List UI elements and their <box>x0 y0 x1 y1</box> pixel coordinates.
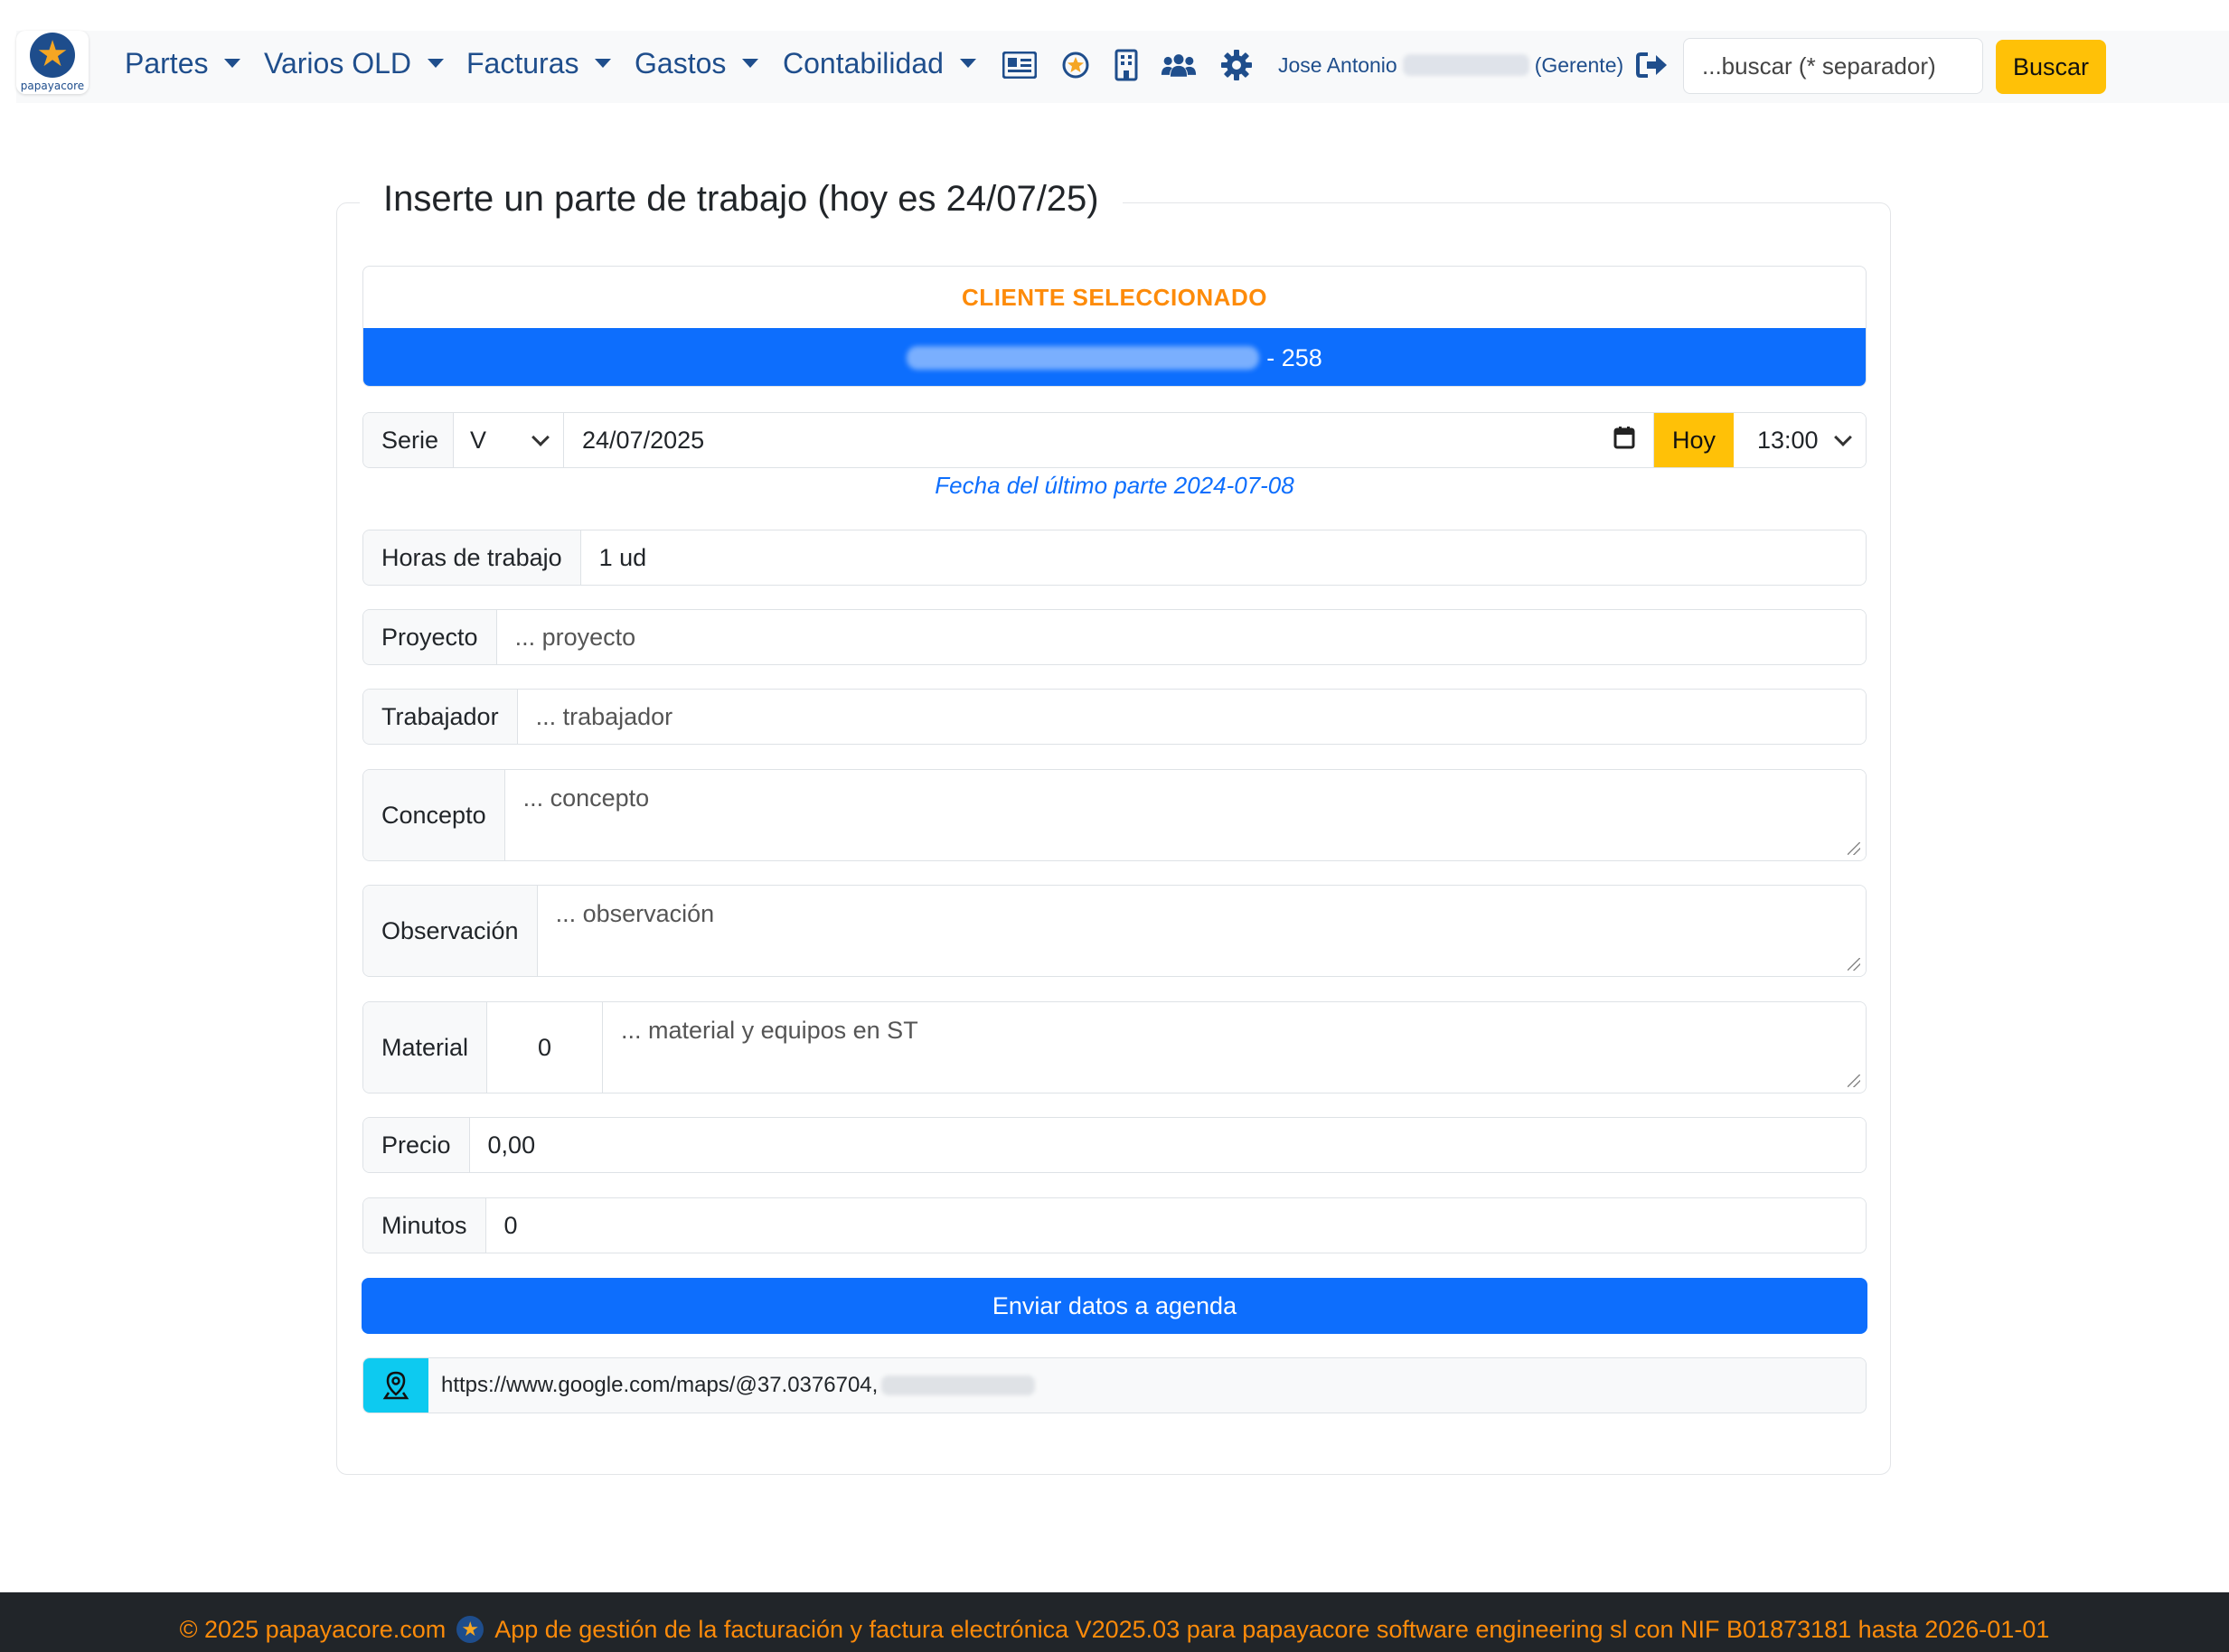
client-bar[interactable]: - 258 <box>363 328 1866 386</box>
minutos-row: Minutos 0 <box>362 1197 1867 1253</box>
precio-input[interactable]: 0,00 <box>469 1118 1866 1172</box>
search-button[interactable]: Buscar <box>1996 40 2106 94</box>
top-navbar: ★ papayacore Partes Varios OLD Facturas … <box>16 31 2229 103</box>
proyecto-row: Proyecto ... proyecto <box>362 609 1867 665</box>
observacion-row: Observación ... observación <box>362 885 1867 977</box>
nav-varios-old[interactable]: Varios OLD <box>264 45 445 81</box>
horas-input[interactable]: 1 ud <box>580 530 1866 585</box>
concepto-row: Concepto ... concepto <box>362 769 1867 861</box>
nav-facturas-label: Facturas <box>466 46 579 80</box>
current-user: Jose Antonio (Gerente) <box>1278 49 1623 81</box>
user-surname-redacted <box>1402 54 1529 76</box>
search-input[interactable]: ...buscar (* separador) <box>1683 38 1983 94</box>
resize-handle-icon[interactable] <box>1848 842 1860 855</box>
nav-contabilidad-label: Contabilidad <box>783 46 944 80</box>
chevron-down-icon <box>1834 428 1852 446</box>
material-row: Material 0 ... material y equipos en ST <box>362 1001 1867 1094</box>
horas-label: Horas de trabajo <box>363 530 581 585</box>
caret-down-icon <box>224 59 241 68</box>
brand-logo[interactable]: ★ papayacore <box>16 31 89 94</box>
nav-varios-old-label: Varios OLD <box>264 46 412 80</box>
nav-facturas[interactable]: Facturas <box>466 45 612 81</box>
users-icon[interactable] <box>1161 47 1197 83</box>
precio-row: Precio 0,00 <box>362 1117 1867 1173</box>
minutos-label: Minutos <box>363 1198 486 1253</box>
star-logo-icon: ★ <box>456 1616 484 1643</box>
id-card-icon[interactable] <box>1002 47 1038 83</box>
precio-label: Precio <box>363 1118 470 1172</box>
gear-icon[interactable] <box>1218 47 1255 83</box>
last-part-date-note: Fecha del último parte 2024-07-08 <box>935 472 1294 499</box>
today-button[interactable]: Hoy <box>1654 413 1734 467</box>
client-name-redacted <box>907 346 1260 370</box>
map-coord-redacted <box>881 1375 1036 1395</box>
horas-row: Horas de trabajo 1 ud <box>362 530 1867 586</box>
material-label: Material <box>363 1002 488 1093</box>
map-url-text: https://www.google.com/maps/@37.0376704, <box>441 1373 879 1397</box>
star-badge-icon[interactable] <box>1058 47 1094 83</box>
proyecto-label: Proyecto <box>363 610 497 664</box>
serie-label: Serie <box>363 413 454 467</box>
brand-name: papayacore <box>20 80 85 92</box>
building-icon[interactable] <box>1108 47 1144 83</box>
form-legend: Inserte un parte de trabajo (hoy es 24/0… <box>360 179 1123 220</box>
sign-out-icon[interactable] <box>1634 47 1670 83</box>
caret-down-icon <box>595 59 612 68</box>
serie-select[interactable]: V <box>454 413 564 467</box>
nav-gastos[interactable]: Gastos <box>635 45 759 81</box>
concepto-label: Concepto <box>363 770 505 860</box>
footer: © 2025 papayacore.com ★ App de gestión d… <box>0 1592 2229 1652</box>
material-qty-input[interactable]: 0 <box>487 1002 604 1093</box>
observacion-textarea[interactable]: ... observación <box>537 886 1866 976</box>
concepto-textarea[interactable]: ... concepto <box>504 770 1866 860</box>
client-suffix: - 258 <box>1266 343 1322 371</box>
resize-handle-icon[interactable] <box>1848 1075 1860 1087</box>
map-link-row: https://www.google.com/maps/@37.0376704, <box>362 1357 1867 1413</box>
time-select[interactable]: 13:00 <box>1734 413 1866 467</box>
concepto-placeholder: ... concepto <box>522 784 650 812</box>
caret-down-icon <box>428 59 445 68</box>
calendar-icon[interactable] <box>1613 426 1635 455</box>
trabajador-input[interactable]: ... trabajador <box>517 690 1866 744</box>
selected-client-card: CLIENTE SELECCIONADO - 258 <box>362 266 1867 387</box>
chevron-down-icon <box>531 428 550 446</box>
serie-date-row: Serie V 24/07/2025 Hoy 13:00 <box>362 412 1867 468</box>
user-role: (Gerente) <box>1534 52 1624 77</box>
material-textarea[interactable]: ... material y equipos en ST <box>603 1002 1866 1093</box>
resize-handle-icon[interactable] <box>1848 958 1860 971</box>
trabajador-label: Trabajador <box>363 690 518 744</box>
serie-value: V <box>470 426 487 454</box>
client-header: CLIENTE SELECCIONADO <box>962 283 1267 311</box>
brand-star-icon: ★ <box>30 33 75 78</box>
trabajador-row: Trabajador ... trabajador <box>362 689 1867 745</box>
observacion-label: Observación <box>363 886 538 976</box>
time-value: 13:00 <box>1757 426 1819 454</box>
nav-partes[interactable]: Partes <box>125 45 241 81</box>
nav-partes-label: Partes <box>125 46 209 80</box>
nav-gastos-label: Gastos <box>635 46 727 80</box>
minutos-input[interactable]: 0 <box>485 1198 1866 1253</box>
date-value: 24/07/2025 <box>582 426 705 454</box>
caret-down-icon <box>742 59 759 68</box>
footer-text: © 2025 papayacore.com ★ App de gestión d… <box>179 1607 2050 1652</box>
user-first-name: Jose Antonio <box>1278 52 1397 77</box>
caret-down-icon <box>959 59 976 68</box>
footer-app-info: App de gestión de la facturación y factu… <box>494 1615 2050 1643</box>
map-url-input[interactable]: https://www.google.com/maps/@37.0376704, <box>428 1358 1866 1413</box>
map-pin-icon[interactable] <box>363 1358 428 1413</box>
footer-copyright: © 2025 papayacore.com <box>179 1615 447 1643</box>
observacion-placeholder: ... observación <box>555 900 715 927</box>
nav-contabilidad[interactable]: Contabilidad <box>783 45 976 81</box>
submit-button[interactable]: Enviar datos a agenda <box>362 1278 1867 1334</box>
date-input[interactable]: 24/07/2025 <box>564 413 1654 467</box>
material-placeholder: ... material y equipos en ST <box>621 1017 918 1044</box>
proyecto-input[interactable]: ... proyecto <box>496 610 1866 664</box>
